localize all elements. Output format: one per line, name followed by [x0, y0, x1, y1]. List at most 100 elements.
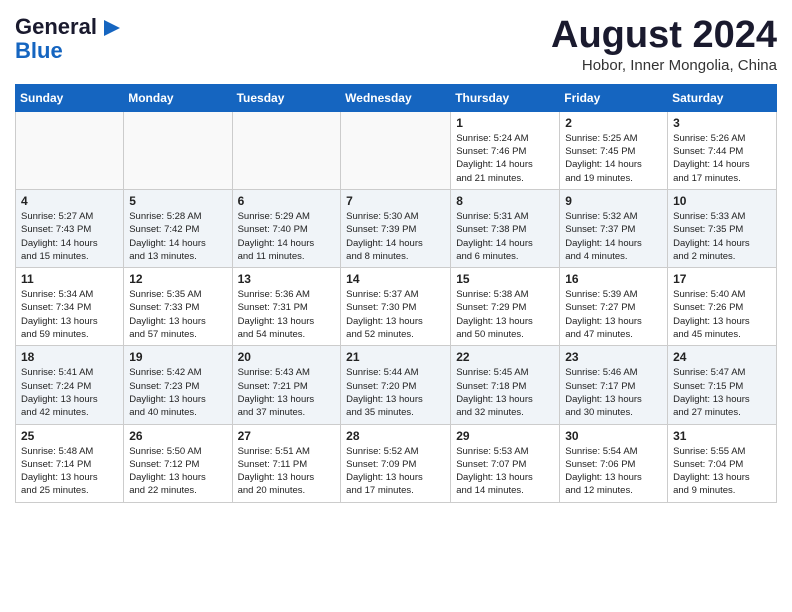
day-number: 18	[21, 350, 118, 364]
calendar-day: 18 Sunrise: 5:41 AM Sunset: 7:24 PM Dayli…	[16, 346, 124, 424]
calendar-day: 19 Sunrise: 5:42 AM Sunset: 7:23 PM Dayli…	[124, 346, 232, 424]
day-info: Sunrise: 5:29 AM Sunset: 7:40 PM Dayligh…	[238, 210, 336, 263]
calendar-week-row: 1 Sunrise: 5:24 AM Sunset: 7:46 PM Daylig…	[16, 111, 777, 189]
calendar-day: 21 Sunrise: 5:44 AM Sunset: 7:20 PM Dayli…	[341, 346, 451, 424]
day-info: Sunrise: 5:27 AM Sunset: 7:43 PM Dayligh…	[21, 210, 118, 263]
day-number: 8	[456, 194, 554, 208]
calendar-day: 30 Sunrise: 5:54 AM Sunset: 7:06 PM Dayli…	[560, 424, 668, 502]
logo-general: General	[15, 14, 97, 39]
calendar-day: 7Sunrise: 5:30 AM Sunset: 7:39 PM Daylig…	[341, 189, 451, 267]
location: Hobor, Inner Mongolia, China	[551, 57, 777, 74]
day-number: 17	[673, 272, 771, 286]
calendar-day: 9 Sunrise: 5:32 AM Sunset: 7:37 PM Daylig…	[560, 189, 668, 267]
day-info: Sunrise: 5:24 AM Sunset: 7:46 PM Dayligh…	[456, 132, 554, 185]
calendar-day	[124, 111, 232, 189]
day-number: 21	[346, 350, 445, 364]
day-info: Sunrise: 5:44 AM Sunset: 7:20 PM Dayligh…	[346, 366, 445, 419]
calendar-day: 28 Sunrise: 5:52 AM Sunset: 7:09 PM Dayli…	[341, 424, 451, 502]
weekday-header: Sunday	[16, 84, 124, 111]
day-info: Sunrise: 5:28 AM Sunset: 7:42 PM Dayligh…	[129, 210, 226, 263]
day-info: Sunrise: 5:41 AM Sunset: 7:24 PM Dayligh…	[21, 366, 118, 419]
day-number: 14	[346, 272, 445, 286]
day-number: 11	[21, 272, 118, 286]
calendar-day: 8 Sunrise: 5:31 AM Sunset: 7:38 PM Daylig…	[451, 189, 560, 267]
day-number: 28	[346, 429, 445, 443]
calendar-table: SundayMondayTuesdayWednesdayThursdayFrid…	[15, 84, 777, 503]
day-info: Sunrise: 5:25 AM Sunset: 7:45 PM Dayligh…	[565, 132, 662, 185]
day-number: 5	[129, 194, 226, 208]
weekday-header: Thursday	[451, 84, 560, 111]
day-info: Sunrise: 5:45 AM Sunset: 7:18 PM Dayligh…	[456, 366, 554, 419]
day-info: Sunrise: 5:43 AM Sunset: 7:21 PM Dayligh…	[238, 366, 336, 419]
day-number: 24	[673, 350, 771, 364]
day-number: 4	[21, 194, 118, 208]
calendar-day: 27 Sunrise: 5:51 AM Sunset: 7:11 PM Dayli…	[232, 424, 341, 502]
calendar-day: 5 Sunrise: 5:28 AM Sunset: 7:42 PM Daylig…	[124, 189, 232, 267]
weekday-header: Tuesday	[232, 84, 341, 111]
calendar-week-row: 18 Sunrise: 5:41 AM Sunset: 7:24 PM Dayli…	[16, 346, 777, 424]
day-info: Sunrise: 5:48 AM Sunset: 7:14 PM Dayligh…	[21, 445, 118, 498]
day-info: Sunrise: 5:51 AM Sunset: 7:11 PM Dayligh…	[238, 445, 336, 498]
calendar-week-row: 4 Sunrise: 5:27 AM Sunset: 7:43 PM Daylig…	[16, 189, 777, 267]
day-info: Sunrise: 5:33 AM Sunset: 7:35 PM Dayligh…	[673, 210, 771, 263]
calendar-day: 15Sunrise: 5:38 AM Sunset: 7:29 PM Dayli…	[451, 268, 560, 346]
day-number: 30	[565, 429, 662, 443]
calendar-day: 25 Sunrise: 5:48 AM Sunset: 7:14 PM Dayli…	[16, 424, 124, 502]
logo-icon	[104, 20, 120, 36]
day-info: Sunrise: 5:52 AM Sunset: 7:09 PM Dayligh…	[346, 445, 445, 498]
calendar-day: 4 Sunrise: 5:27 AM Sunset: 7:43 PM Daylig…	[16, 189, 124, 267]
day-number: 1	[456, 116, 554, 130]
weekday-header: Monday	[124, 84, 232, 111]
calendar-day: 14 Sunrise: 5:37 AM Sunset: 7:30 PM Dayli…	[341, 268, 451, 346]
calendar-week-row: 25 Sunrise: 5:48 AM Sunset: 7:14 PM Dayli…	[16, 424, 777, 502]
calendar-day: 31 Sunrise: 5:55 AM Sunset: 7:04 PM Dayli…	[668, 424, 777, 502]
calendar-day	[341, 111, 451, 189]
page-header: General Blue August 2024 Hobor, Inner Mo…	[15, 15, 777, 74]
calendar-day: 24 Sunrise: 5:47 AM Sunset: 7:15 PM Dayli…	[668, 346, 777, 424]
day-info: Sunrise: 5:40 AM Sunset: 7:26 PM Dayligh…	[673, 288, 771, 341]
calendar-day: 2 Sunrise: 5:25 AM Sunset: 7:45 PM Daylig…	[560, 111, 668, 189]
logo: General Blue	[15, 15, 120, 63]
day-info: Sunrise: 5:34 AM Sunset: 7:34 PM Dayligh…	[21, 288, 118, 341]
day-info: Sunrise: 5:30 AM Sunset: 7:39 PM Dayligh…	[346, 210, 445, 263]
day-info: Sunrise: 5:55 AM Sunset: 7:04 PM Dayligh…	[673, 445, 771, 498]
day-number: 25	[21, 429, 118, 443]
calendar-day: 29Sunrise: 5:53 AM Sunset: 7:07 PM Dayli…	[451, 424, 560, 502]
day-number: 15	[456, 272, 554, 286]
calendar-day: 6 Sunrise: 5:29 AM Sunset: 7:40 PM Daylig…	[232, 189, 341, 267]
day-number: 22	[456, 350, 554, 364]
day-number: 3	[673, 116, 771, 130]
day-number: 2	[565, 116, 662, 130]
day-info: Sunrise: 5:54 AM Sunset: 7:06 PM Dayligh…	[565, 445, 662, 498]
calendar-day: 10Sunrise: 5:33 AM Sunset: 7:35 PM Dayli…	[668, 189, 777, 267]
calendar-day: 23 Sunrise: 5:46 AM Sunset: 7:17 PM Dayli…	[560, 346, 668, 424]
day-info: Sunrise: 5:32 AM Sunset: 7:37 PM Dayligh…	[565, 210, 662, 263]
day-info: Sunrise: 5:46 AM Sunset: 7:17 PM Dayligh…	[565, 366, 662, 419]
day-number: 6	[238, 194, 336, 208]
day-number: 27	[238, 429, 336, 443]
logo-blue: Blue	[15, 39, 63, 63]
calendar-day: 26Sunrise: 5:50 AM Sunset: 7:12 PM Dayli…	[124, 424, 232, 502]
month-title: August 2024	[551, 15, 777, 57]
day-info: Sunrise: 5:31 AM Sunset: 7:38 PM Dayligh…	[456, 210, 554, 263]
day-info: Sunrise: 5:47 AM Sunset: 7:15 PM Dayligh…	[673, 366, 771, 419]
day-number: 20	[238, 350, 336, 364]
day-info: Sunrise: 5:42 AM Sunset: 7:23 PM Dayligh…	[129, 366, 226, 419]
calendar-day: 22 Sunrise: 5:45 AM Sunset: 7:18 PM Dayli…	[451, 346, 560, 424]
calendar-day: 20 Sunrise: 5:43 AM Sunset: 7:21 PM Dayli…	[232, 346, 341, 424]
weekday-header: Saturday	[668, 84, 777, 111]
day-info: Sunrise: 5:39 AM Sunset: 7:27 PM Dayligh…	[565, 288, 662, 341]
day-number: 16	[565, 272, 662, 286]
weekday-header: Wednesday	[341, 84, 451, 111]
day-info: Sunrise: 5:36 AM Sunset: 7:31 PM Dayligh…	[238, 288, 336, 341]
day-number: 26	[129, 429, 226, 443]
calendar-day	[232, 111, 341, 189]
day-info: Sunrise: 5:35 AM Sunset: 7:33 PM Dayligh…	[129, 288, 226, 341]
calendar-day: 16 Sunrise: 5:39 AM Sunset: 7:27 PM Dayli…	[560, 268, 668, 346]
day-number: 9	[565, 194, 662, 208]
day-info: Sunrise: 5:37 AM Sunset: 7:30 PM Dayligh…	[346, 288, 445, 341]
day-number: 23	[565, 350, 662, 364]
day-number: 19	[129, 350, 226, 364]
calendar-header-row: SundayMondayTuesdayWednesdayThursdayFrid…	[16, 84, 777, 111]
day-number: 31	[673, 429, 771, 443]
